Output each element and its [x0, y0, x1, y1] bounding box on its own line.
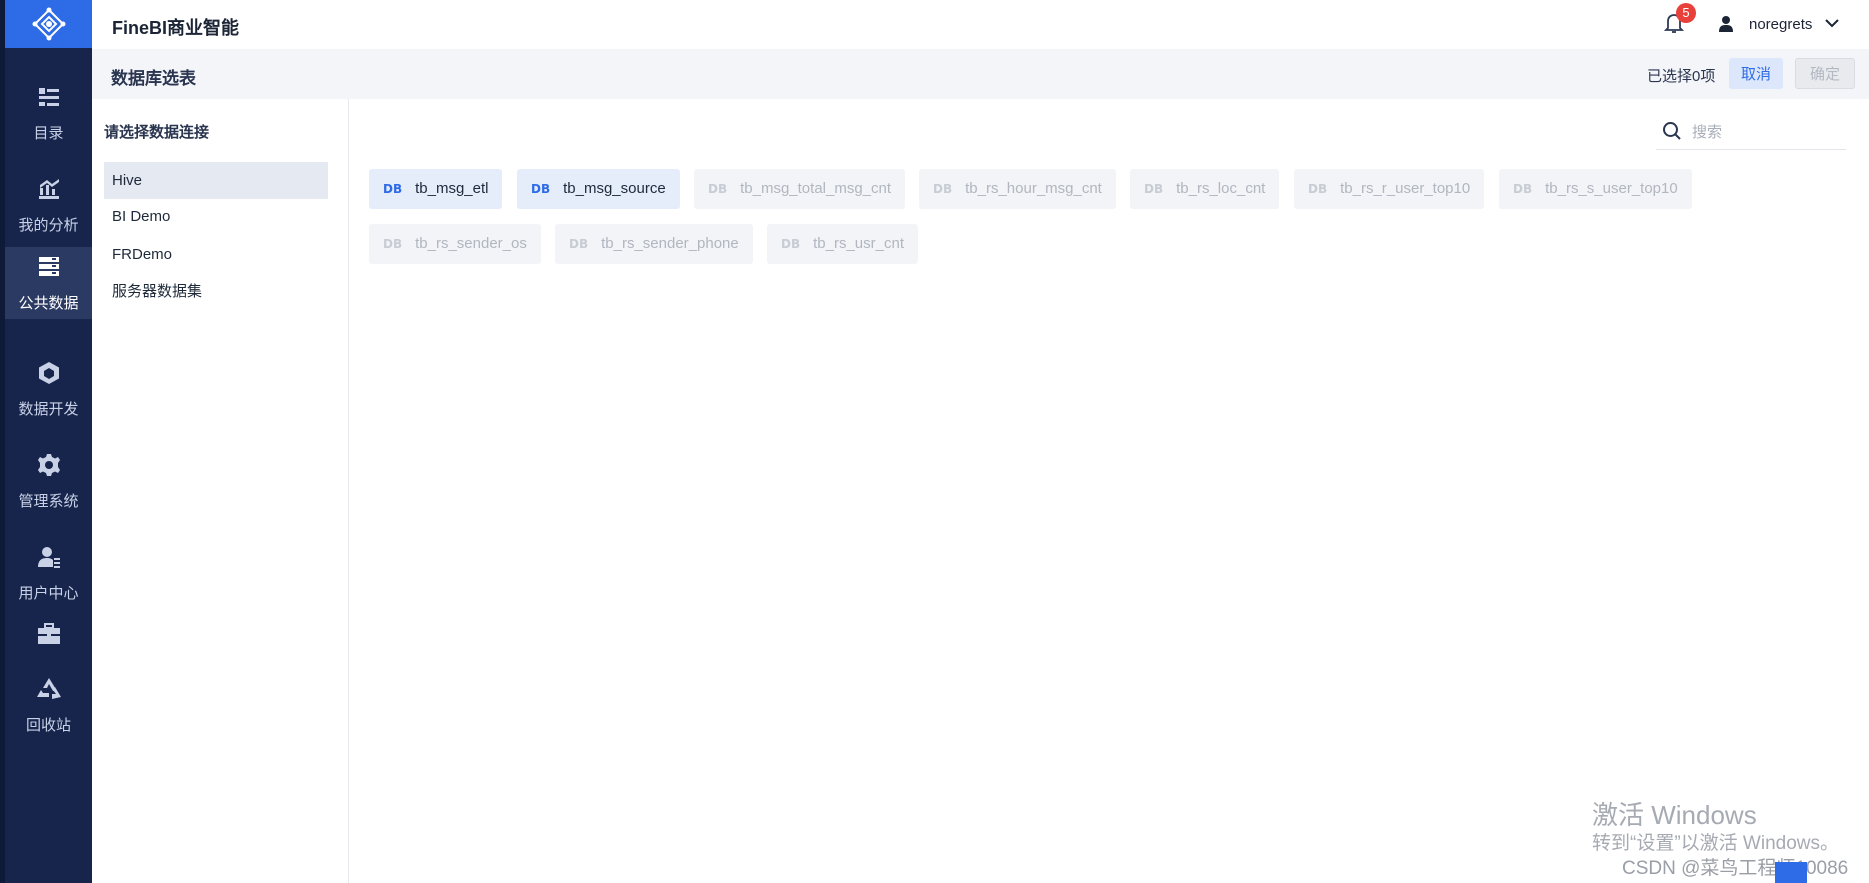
nav-item-my-analysis[interactable]: 我的分析	[5, 162, 92, 248]
windows-activation-hint: 转到“设置”以激活 Windows。	[1592, 833, 1840, 854]
notification-badge: 5	[1676, 3, 1696, 23]
csdn-watermark: CSDN @菜鸟工程师10086	[1622, 858, 1849, 879]
connection-item[interactable]: 服务器数据集	[104, 273, 328, 310]
nav-item-recycle[interactable]: 回收站	[5, 662, 92, 748]
search-input[interactable]	[1690, 119, 1844, 145]
table-name: tb_rs_usr_cnt	[813, 235, 904, 252]
connection-panel: 请选择数据连接 Hive BI Demo FRDemo 服务器数据集	[92, 99, 349, 883]
app-title: FineBI商业智能	[112, 18, 240, 38]
table-chip: DB tb_rs_s_user_top10	[1499, 169, 1692, 209]
nav-label: 数据开发	[18, 400, 79, 418]
db-icon: DB	[781, 237, 801, 251]
analysis-icon	[36, 176, 62, 202]
search-icon	[1663, 122, 1681, 140]
table-name: tb_rs_sender_os	[415, 235, 527, 252]
user-icon	[1718, 15, 1734, 33]
connection-item[interactable]: FRDemo	[104, 236, 328, 273]
user-center-icon	[36, 544, 62, 570]
logo-icon	[32, 7, 65, 41]
table-chip: DB tb_msg_total_msg_cnt	[694, 169, 906, 209]
chevron-down-icon[interactable]	[1824, 15, 1842, 33]
app-logo[interactable]	[5, 0, 92, 48]
nav-label: 目录	[33, 124, 64, 142]
connection-panel-title: 请选择数据连接	[104, 124, 210, 141]
db-icon: DB	[1144, 182, 1164, 196]
windows-activation-title: 激活 Windows	[1592, 800, 1757, 830]
db-icon: DB	[569, 237, 589, 251]
toolbox-icon	[36, 621, 62, 647]
table-name: tb_msg_etl	[415, 180, 489, 197]
cancel-button[interactable]: 取消	[1729, 58, 1783, 89]
gear-icon	[36, 452, 62, 478]
table-name: tb_rs_sender_phone	[601, 235, 739, 252]
connection-item[interactable]: BI Demo	[104, 198, 328, 235]
nav-label: 回收站	[25, 716, 71, 734]
table-chip: DB tb_rs_sender_os	[369, 224, 541, 264]
nav-item-public-data[interactable]: 公共数据	[5, 247, 92, 319]
public-data-icon	[36, 254, 62, 280]
table-chip: DB tb_rs_usr_cnt	[767, 224, 918, 264]
nav-item-user-center[interactable]: 用户中心	[5, 530, 92, 616]
left-nav: 目录 我的分析 公共数据 数据开发 管理系统 用户中心 回收站	[0, 0, 92, 883]
nav-item-toolbox[interactable]	[5, 610, 92, 670]
confirm-button[interactable]: 确定	[1795, 58, 1855, 89]
table-name: tb_msg_total_msg_cnt	[740, 180, 892, 197]
table-chip[interactable]: DB tb_msg_etl	[369, 169, 503, 209]
table-chip: DB tb_rs_sender_phone	[555, 224, 753, 264]
nav-label: 管理系统	[18, 492, 79, 510]
username[interactable]: noregrets	[1749, 16, 1812, 33]
db-icon: DB	[1308, 182, 1328, 196]
db-icon: DB	[531, 182, 551, 196]
nav-item-management[interactable]: 管理系统	[5, 438, 92, 524]
db-icon: DB	[708, 182, 728, 196]
db-icon: DB	[383, 182, 403, 196]
connection-item[interactable]: Hive	[104, 162, 328, 199]
search-box	[1656, 113, 1846, 150]
table-chip: DB tb_rs_hour_msg_cnt	[919, 169, 1116, 209]
page-title: 数据库选表	[111, 69, 196, 88]
nav-label: 用户中心	[18, 584, 79, 602]
table-name: tb_rs_r_user_top10	[1340, 180, 1471, 197]
table-name: tb_rs_s_user_top10	[1545, 180, 1678, 197]
table-chip: DB tb_rs_loc_cnt	[1130, 169, 1280, 209]
table-name: tb_rs_loc_cnt	[1176, 180, 1266, 197]
table-name: tb_msg_source	[563, 180, 666, 197]
nav-item-catalog[interactable]: 目录	[5, 70, 92, 156]
data-dev-icon	[36, 360, 62, 386]
table-name: tb_rs_hour_msg_cnt	[965, 180, 1102, 197]
catalog-icon	[36, 84, 62, 110]
nav-label: 公共数据	[18, 294, 79, 312]
nav-item-data-dev[interactable]: 数据开发	[5, 346, 92, 432]
sub-header: 数据库选表 已选择0项 取消 确定	[92, 49, 1869, 99]
nav-label: 我的分析	[18, 216, 79, 234]
table-chip: DB tb_rs_r_user_top10	[1294, 169, 1485, 209]
corner-button[interactable]	[1775, 862, 1807, 883]
db-icon: DB	[933, 182, 953, 196]
db-icon: DB	[1513, 182, 1533, 196]
selected-count: 已选择0项	[1647, 68, 1716, 85]
recycle-icon	[36, 676, 62, 702]
table-chip[interactable]: DB tb_msg_source	[517, 169, 680, 209]
top-header: FineBI商业智能 5 noregrets	[92, 0, 1869, 49]
db-icon: DB	[383, 237, 403, 251]
